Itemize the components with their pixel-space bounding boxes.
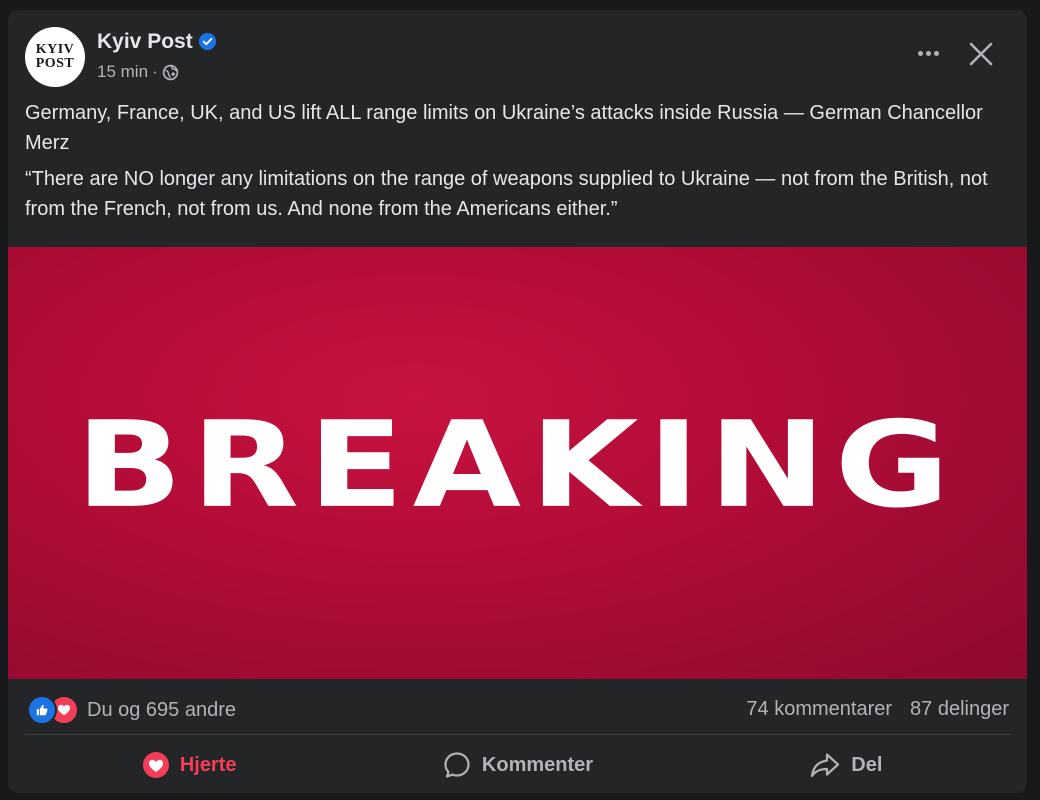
more-options-button[interactable]: [908, 38, 948, 68]
comment-label: Kommenter: [481, 753, 594, 776]
avatar[interactable]: KYIV POST: [25, 27, 85, 87]
love-label: Hjerte: [179, 753, 237, 776]
share-icon: [811, 753, 840, 778]
close-icon[interactable]: [963, 36, 999, 72]
post-card: KYIV POST Kyiv Post 15 min · Germany, Fr…: [8, 10, 1027, 793]
love-icon: [142, 752, 169, 778]
shares-count[interactable]: 87 delinger: [910, 698, 1009, 721]
love-button[interactable]: Hjerte: [25, 740, 353, 790]
breaking-banner-text: BREAKING: [76, 396, 959, 534]
comment-button[interactable]: Kommenter: [353, 740, 681, 790]
comments-count[interactable]: 74 kommentarer: [746, 698, 892, 721]
more-dot-icon: [917, 50, 923, 56]
post-header: KYIV POST Kyiv Post 15 min ·: [8, 10, 1027, 100]
share-button[interactable]: Del: [682, 740, 1010, 790]
divider: [25, 734, 1010, 735]
avatar-logo-line2: POST: [35, 56, 75, 71]
more-dot-icon: [925, 50, 931, 56]
more-dot-icon: [933, 50, 939, 56]
page-name[interactable]: Kyiv Post: [97, 30, 193, 54]
share-label: Del: [851, 753, 883, 776]
post-time[interactable]: 15 min: [97, 62, 148, 82]
action-bar: Hjerte Kommenter Del: [25, 740, 1010, 790]
post-text: Germany, France, UK, and US lift ALL ran…: [25, 98, 1015, 230]
comment-icon: [444, 752, 470, 778]
reactions-summary[interactable]: Du og 695 andre: [27, 695, 236, 725]
globe-icon: [162, 64, 178, 80]
post-meta: 15 min ·: [97, 62, 179, 82]
avatar-logo-line1: KYIV: [35, 42, 75, 57]
reactions-count[interactable]: Du og 695 andre: [87, 699, 236, 722]
post-headline: Germany, France, UK, and US lift ALL ran…: [25, 102, 983, 154]
verified-badge-icon: [198, 32, 217, 51]
post-stats: Du og 695 andre 74 kommentarer 87 deling…: [8, 690, 1027, 730]
post-image[interactable]: BREAKING: [8, 247, 1027, 679]
meta-separator: ·: [152, 62, 158, 81]
like-icon: [27, 695, 57, 725]
post-quote: “There are NO longer any limitations on …: [25, 168, 988, 220]
engagement-counts: 74 kommentarer 87 delinger: [746, 698, 1009, 721]
